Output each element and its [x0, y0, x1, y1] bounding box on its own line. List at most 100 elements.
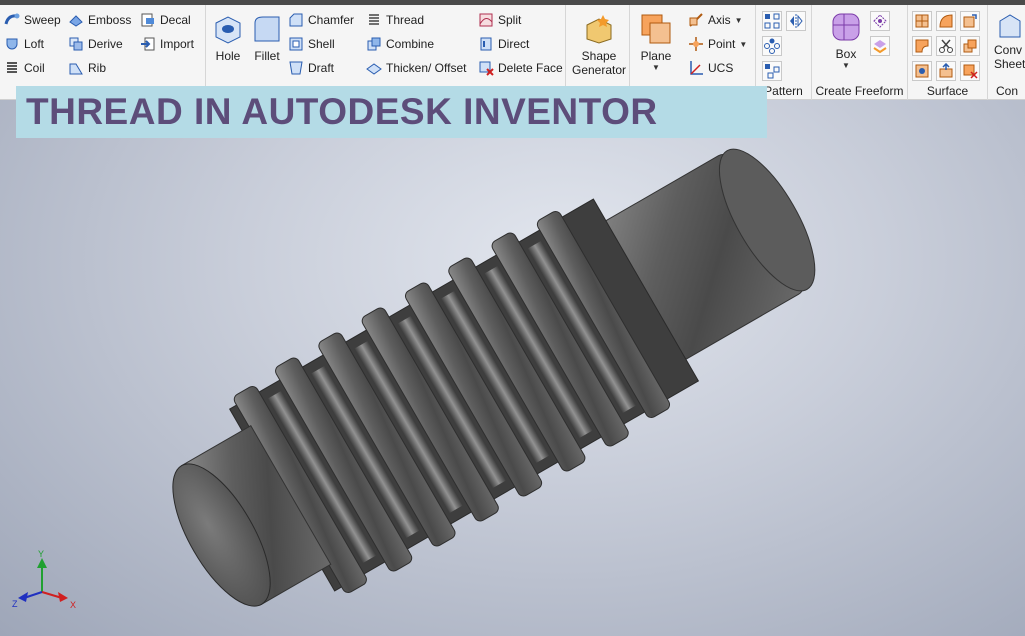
chamfer-icon	[289, 13, 303, 27]
surface-tool-8-button[interactable]	[936, 61, 956, 81]
stitch-icon	[915, 14, 929, 28]
convert-sheet-metal-button[interactable]: Conv Sheet	[994, 13, 1025, 71]
freeform-edit-button[interactable]	[870, 11, 890, 31]
point-icon	[689, 37, 703, 51]
patch-icon	[939, 14, 953, 28]
hole-button[interactable]: Hole	[212, 13, 244, 63]
y-axis-arrow-icon	[37, 558, 47, 568]
draft-icon	[289, 61, 303, 75]
coil-button[interactable]: Coil	[4, 58, 45, 78]
axis-button[interactable]: Axis ▼	[688, 10, 743, 30]
axis-icon	[689, 13, 703, 27]
plane-button[interactable]: Plane ▼	[640, 13, 672, 72]
draft-button[interactable]: Draft	[288, 58, 334, 78]
chamfer-button[interactable]: Chamfer	[288, 10, 354, 30]
split-button[interactable]: Split	[478, 10, 521, 30]
surface-tool-2-button[interactable]	[936, 11, 956, 31]
sweep-button[interactable]: Sweep	[4, 10, 61, 30]
create-freeform-group: Box ▼ Create Freeform	[812, 5, 908, 100]
z-axis-label: Z	[12, 599, 18, 609]
decal-button[interactable]: Decal	[140, 10, 191, 30]
repair-icon	[915, 64, 929, 78]
plane-dropdown-icon[interactable]: ▼	[652, 63, 660, 72]
ucs-icon	[690, 61, 703, 75]
split-icon	[479, 13, 493, 27]
replace-face-icon	[963, 39, 977, 53]
sweep-icon	[4, 13, 20, 25]
rib-icon	[69, 63, 83, 75]
loft-icon	[6, 38, 18, 50]
surface-tool-1-button[interactable]	[912, 11, 932, 31]
axis-triad[interactable]: Y X Z	[10, 548, 80, 618]
thread-button[interactable]: Thread	[366, 10, 424, 30]
freeform-edit-icon	[873, 14, 887, 28]
delete-face-button[interactable]: Delete Face	[478, 58, 563, 78]
combine-icon	[367, 37, 381, 51]
rectangular-pattern-button[interactable]	[762, 11, 782, 31]
delete-face-icon	[479, 61, 494, 76]
fillet-icon	[254, 16, 280, 42]
x-axis-arrow-icon	[58, 592, 68, 602]
thicken-offset-button[interactable]: Thicken/ Offset	[366, 58, 466, 78]
surface-tool-7-button[interactable]	[912, 61, 932, 81]
sketch-driven-pattern-button[interactable]	[762, 61, 782, 81]
fillet-button[interactable]: Fillet	[251, 13, 283, 63]
convert-group: Conv Sheet Con	[988, 5, 1025, 100]
circular-pattern-icon	[764, 38, 780, 54]
sketch-pattern-icon	[765, 64, 780, 79]
freeform-convert-icon	[873, 40, 887, 54]
shell-button[interactable]: Shell	[288, 34, 335, 54]
scissor-icon	[939, 39, 953, 53]
surface-tool-9-button[interactable]	[960, 61, 980, 81]
extend-icon	[939, 63, 953, 78]
convert-group-label: Con	[996, 84, 1019, 98]
direct-button[interactable]: Direct	[478, 34, 529, 54]
ucs-button[interactable]: UCS	[688, 58, 733, 78]
banner-title: THREAD IN AUTODESK INVENTOR	[26, 91, 658, 132]
create-freeform-label: Create Freeform	[815, 84, 904, 98]
direct-icon	[480, 37, 492, 51]
surface-tool-4-button[interactable]	[912, 36, 932, 56]
shape-generator-button[interactable]: Shape Generator	[572, 13, 626, 77]
axis-dropdown-icon[interactable]: ▼	[735, 16, 743, 25]
delete-face-surface-icon	[963, 64, 978, 79]
box-dropdown-icon[interactable]: ▼	[842, 61, 850, 70]
point-button[interactable]: Point ▼	[688, 34, 747, 54]
surface-tool-5-button[interactable]	[936, 36, 956, 56]
ribbon: Sweep Loft Coil Emboss Derive Rib Decal	[0, 0, 1025, 100]
title-banner: THREAD IN AUTODESK INVENTOR	[16, 86, 767, 138]
combine-button[interactable]: Combine	[366, 34, 434, 54]
derive-button[interactable]: Derive	[68, 34, 123, 54]
circular-pattern-button[interactable]	[762, 36, 782, 56]
loft-button[interactable]: Loft	[4, 34, 44, 54]
freeform-convert-button[interactable]	[870, 36, 890, 56]
derive-icon	[69, 37, 83, 51]
emboss-button[interactable]: Emboss	[68, 10, 131, 30]
decal-icon	[141, 13, 154, 27]
y-axis-label: Y	[38, 549, 44, 559]
thicken-icon	[366, 63, 382, 75]
surface-tool-6-button[interactable]	[960, 36, 980, 56]
trim-icon	[915, 39, 929, 53]
hole-icon	[215, 16, 241, 44]
mirror-button[interactable]	[786, 11, 806, 31]
freeform-box-icon	[832, 13, 860, 41]
shell-icon	[289, 37, 303, 51]
convert-sheet-metal-icon	[999, 14, 1021, 38]
shape-generator-icon	[586, 15, 612, 44]
mirror-icon	[790, 14, 803, 28]
import-icon	[141, 37, 155, 51]
sculpt-icon	[963, 14, 977, 28]
surface-group: Surface	[908, 5, 988, 100]
point-dropdown-icon[interactable]: ▼	[739, 40, 747, 49]
surface-tool-3-button[interactable]	[960, 11, 980, 31]
box-button[interactable]: Box ▼	[830, 11, 862, 70]
rectangular-pattern-icon	[764, 13, 780, 29]
rib-button[interactable]: Rib	[68, 58, 106, 78]
emboss-icon	[69, 15, 83, 27]
thread-icon	[369, 14, 379, 25]
x-axis-label: X	[70, 600, 76, 610]
threaded-shaft-model[interactable]	[0, 100, 1025, 636]
import-button[interactable]: Import	[140, 34, 194, 54]
z-axis-arrow-icon	[18, 592, 28, 602]
